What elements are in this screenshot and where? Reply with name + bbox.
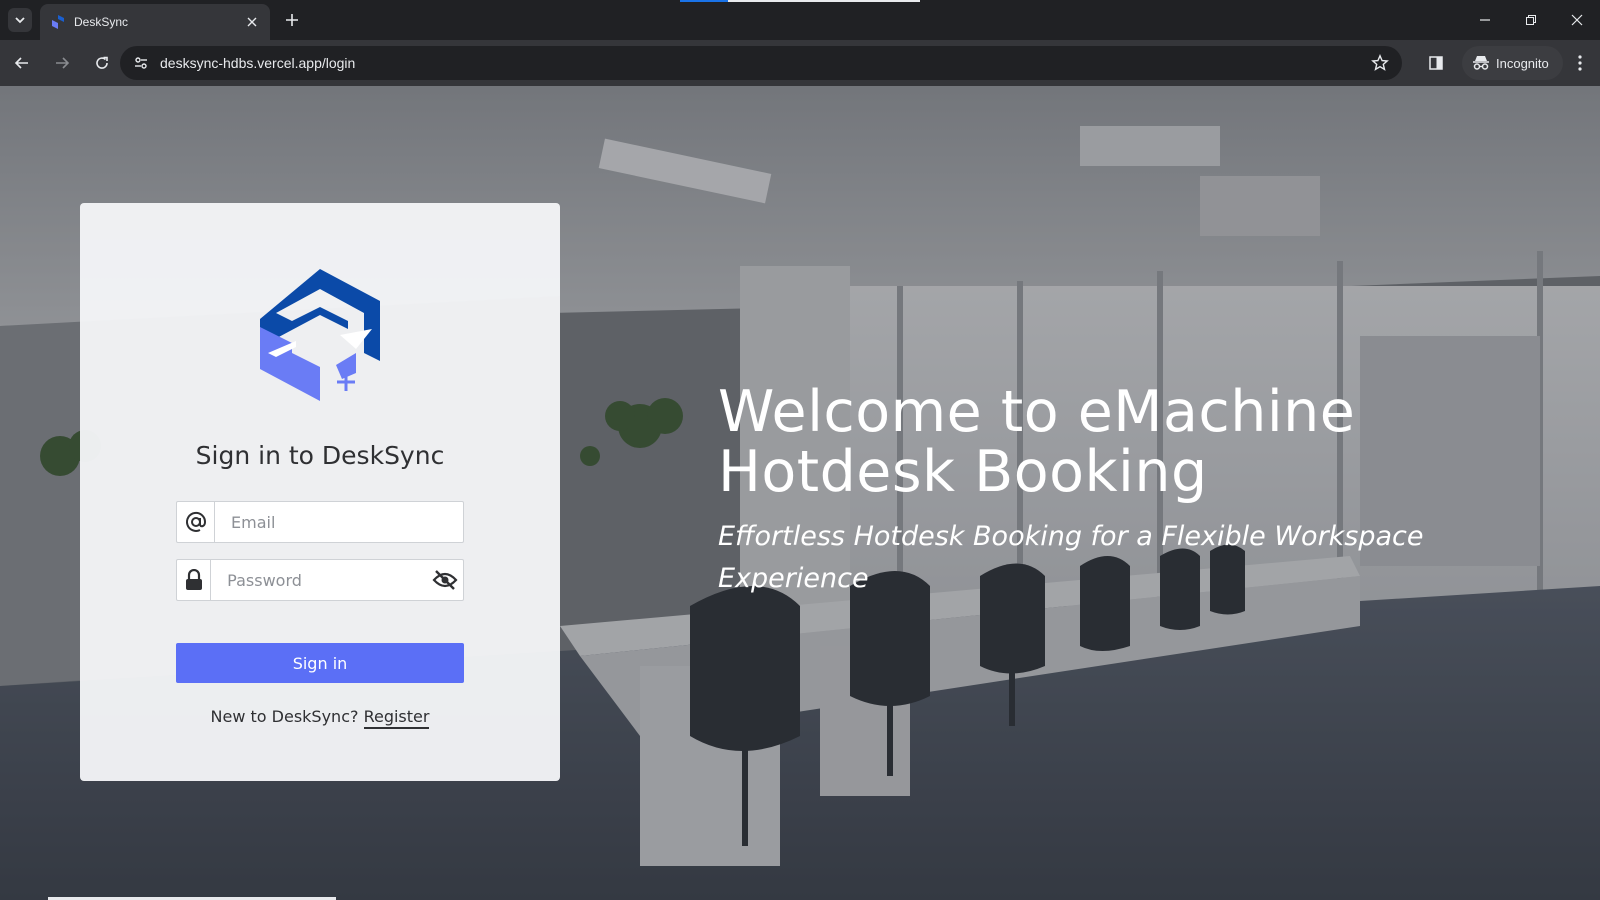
tune-icon (135, 57, 147, 69)
chevron-down-icon (15, 17, 25, 24)
signin-title: Sign in to DeskSync (195, 441, 445, 470)
email-field (176, 501, 464, 543)
at-sign-icon (177, 502, 215, 542)
address-bar[interactable]: desksync-hdbs.vercel.app/login (120, 46, 1402, 80)
register-link[interactable]: Register (363, 707, 430, 729)
plus-icon (286, 14, 298, 26)
page-load-indicator (680, 0, 920, 2)
reload-icon (96, 56, 108, 69)
site-info-button[interactable] (128, 50, 154, 76)
kebab-icon (1578, 55, 1582, 71)
restore-icon (1526, 15, 1536, 25)
arrow-left-icon (14, 57, 28, 69)
desksync-logo (260, 269, 380, 401)
forward-button[interactable] (44, 45, 80, 81)
browser-tab-active[interactable]: DeskSync (40, 4, 270, 40)
bookmark-button[interactable] (1364, 47, 1396, 79)
new-tab-button[interactable] (280, 10, 304, 30)
tab-search-button[interactable] (8, 8, 32, 32)
hero-title-line-2: Hotdesk Booking (718, 439, 1208, 505)
toggle-password-visibility-button[interactable] (427, 560, 463, 600)
tab-title: DeskSync (74, 15, 129, 29)
eye-off-icon (432, 570, 458, 590)
browser-tabstrip: DeskSync (0, 0, 1600, 40)
side-panel-icon (1429, 56, 1443, 70)
star-icon (1371, 54, 1389, 71)
back-button[interactable] (4, 45, 40, 81)
url-text[interactable]: desksync-hdbs.vercel.app/login (160, 55, 1364, 71)
incognito-icon (1472, 55, 1490, 71)
hero-title: Welcome to eMachine Hotdesk Booking (718, 382, 1578, 502)
login-page: Sign in to DeskSync Email Sign in New to… (0, 86, 1600, 900)
hero-title-line-1: Welcome to eMachine (718, 379, 1356, 445)
incognito-label: Incognito (1496, 55, 1549, 71)
browser-toolbar: desksync-hdbs.vercel.app/login Incognito (0, 40, 1600, 86)
lock-icon (177, 560, 212, 600)
close-window-button[interactable] (1554, 0, 1600, 40)
restore-button[interactable] (1508, 0, 1554, 40)
close-icon (1571, 14, 1583, 26)
register-prompt-text: New to DeskSync? (210, 707, 359, 726)
side-panel-button[interactable] (1420, 47, 1452, 79)
hero-subtitle: Effortless Hotdesk Booking for a Flexibl… (718, 521, 1424, 594)
password-field (176, 559, 464, 601)
reload-button[interactable] (84, 45, 120, 81)
arrow-right-icon (56, 57, 70, 69)
minimize-button[interactable] (1462, 0, 1508, 40)
login-card: Sign in to DeskSync Email Sign in New to… (80, 203, 560, 781)
register-prompt-line: New to DeskSync? Register (80, 707, 560, 729)
browser-menu-button[interactable] (1564, 47, 1596, 79)
desksync-logo-icon (50, 14, 66, 30)
signin-button[interactable]: Sign in (176, 643, 464, 683)
minimize-icon (1480, 19, 1490, 21)
email-input[interactable] (215, 503, 463, 541)
password-input[interactable] (211, 561, 428, 599)
incognito-indicator[interactable]: Incognito (1462, 46, 1563, 80)
hero-section: Welcome to eMachine Hotdesk Booking Effo… (718, 382, 1578, 600)
close-icon[interactable] (244, 14, 260, 30)
window-controls (1462, 0, 1600, 40)
